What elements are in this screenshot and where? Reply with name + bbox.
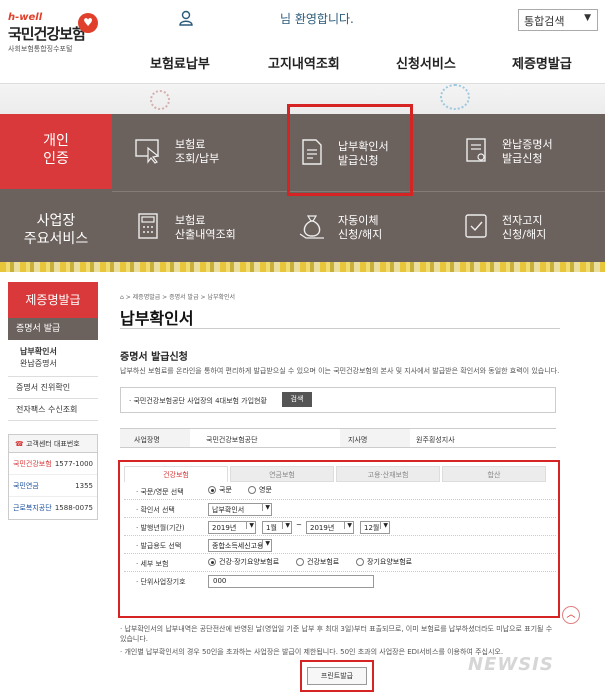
personal-auth-button[interactable]: 개인 인증 [0,114,112,189]
business-services-button[interactable]: 사업장 주요서비스 [0,194,112,270]
quick-label: 신청/해지 [338,228,383,241]
quick-premium-payment[interactable]: 보험료 조회/납부 [175,138,219,166]
quick-full-payment-certificate[interactable]: 완납증명서 발급신청 [502,138,553,166]
search-scope-value: 통합검색 [524,15,565,28]
lnb-sub-payment-confirmation[interactable]: 납부확인서 [8,346,98,358]
lnb-submenu: 납부확인서 완납증명서 [8,340,98,377]
chevron-down-icon: ▼ [584,13,591,23]
user-icon[interactable] [178,10,194,26]
contact-org: 국민연금 [13,482,39,490]
coverage-info-text: · 국민건강보험공단 사업장의 4대보험 가입현황 [129,397,267,405]
quick-label: 조회/납부 [175,152,220,165]
logo-name: 국민건강보험 [8,25,86,43]
contact-title: 고객센터 대표번호 [25,440,80,448]
watermark: NEWSIS [468,654,554,675]
branch-label: 지사명 [348,436,368,444]
notes: · 납부확인서의 납부내역은 공단전산에 반영된 날(영업일 기준 납부 후 최… [120,624,560,657]
quick-label: 완납증명서 [502,138,553,151]
flower-decoration [0,262,605,272]
business-line1: 사업장 [36,213,76,229]
contact-row: 국민연금 1355 [9,475,97,497]
calculator-icon [138,213,158,239]
business-name-value: 국민건강보험공단 [206,436,258,444]
branch-value: 원주횡성지사 [416,436,455,444]
note-item: · 납부확인서의 납부내역은 공단전산에 반영된 날(영업일 기준 납부 후 최… [120,625,553,643]
quick-premium-calculation[interactable]: 보험료 산출내역조회 [175,214,236,242]
quick-label: 발급신청 [502,152,543,165]
quick-label: 보험료 [175,214,206,227]
lnb-title: 제증명발급 [8,282,98,318]
scroll-top-button[interactable]: ︿ [562,606,580,624]
logo[interactable]: h-well 국민건강보험 사회보험통합징수포털 [8,12,86,54]
search-scope-select[interactable]: 통합검색 ▼ [518,9,598,31]
quick-label: 산출내역조회 [175,228,236,241]
cursor-click-icon [135,139,160,164]
lnb-item-efax[interactable]: 전자팩스 수신조회 [8,399,98,421]
contact-header: ☎ 고객센터 대표번호 [9,435,97,453]
decoration-circle [150,90,170,110]
electronic-notice-icon [465,214,487,238]
logo-tag: h-well [8,12,43,23]
highlight-box [118,460,560,618]
contact-number: 1588-0075 [54,504,93,512]
print-issue-button[interactable]: 프린트발급 [307,667,367,685]
business-line2: 주요서비스 [23,231,89,247]
gnb-payment[interactable]: 보험료납부 [150,53,210,72]
contact-row: 국민건강보험 1577-1000 [9,453,97,475]
personal-auth-line2: 인증 [43,151,69,167]
quick-auto-transfer[interactable]: 자동이체 신청/해지 [338,214,382,242]
description: 납부하신 보험료를 온라인을 통하여 편리하게 발급받으실 수 있으며 이는 국… [120,367,560,375]
left-nav: 제증명발급 증명서 발급 납부확인서 완납증명서 증명서 진위확인 전자팩스 수… [8,282,98,421]
contact-number: 1577-1000 [54,460,93,468]
personal-auth-line1: 개인 [43,133,69,149]
decoration-circle [440,84,470,110]
coverage-info-box: · 국민건강보험공단 사업장의 4대보험 가입현황 [120,387,556,413]
contact-row: 근로복지공단 1588-0075 [9,497,97,519]
divider [120,328,560,329]
lnb-sub-full-payment[interactable]: 완납증명서 [8,358,98,370]
section-title: 증명서 발급신청 [120,352,188,363]
highlight-box [287,104,413,196]
gnb-certificate[interactable]: 제증명발급 [512,53,572,72]
quick-label: 보험료 [175,138,206,151]
page-title: 납부확인서 [120,309,194,328]
gnb-notice[interactable]: 고지내역조회 [268,53,340,72]
quick-label: 신청/해지 [502,228,547,241]
phone-icon: ☎ [15,440,24,448]
lnb-item-verify[interactable]: 증명서 진위확인 [8,377,98,399]
site-header: h-well 국민건강보험 사회보험통합징수포털 ♥ 님 환영합니다. 통합검색… [0,0,605,84]
heart-icon: ♥ [78,13,98,33]
breadcrumb: ⌂ > 제증명발급 > 증명서 발급 > 납부확인서 [120,294,236,301]
search-button[interactable]: 검색 [282,392,312,407]
money-bag-icon [299,215,324,239]
quick-electronic-notice[interactable]: 전자고지 신청/해지 [502,214,546,242]
business-name-label: 사업장명 [134,436,160,444]
certificate-icon [466,138,486,162]
quick-label: 자동이체 [338,214,379,227]
gnb-application[interactable]: 신청서비스 [396,53,456,72]
business-info-row: 사업장명 국민건강보험공단 지사명 원주횡성지사 [120,428,556,448]
contact-org: 국민건강보험 [13,460,52,468]
contact-org: 근로복지공단 [13,504,52,512]
logo-subtitle: 사회보험통합징수포털 [8,45,73,53]
quick-label: 전자고지 [502,214,543,227]
lnb-item-certificate-issue[interactable]: 증명서 발급 [8,318,98,340]
contact-number: 1355 [75,482,93,490]
welcome-text: 님 환영합니다. [280,12,354,26]
contact-box: ☎ 고객센터 대표번호 국민건강보험 1577-1000 국민연금 1355 근… [8,434,98,520]
